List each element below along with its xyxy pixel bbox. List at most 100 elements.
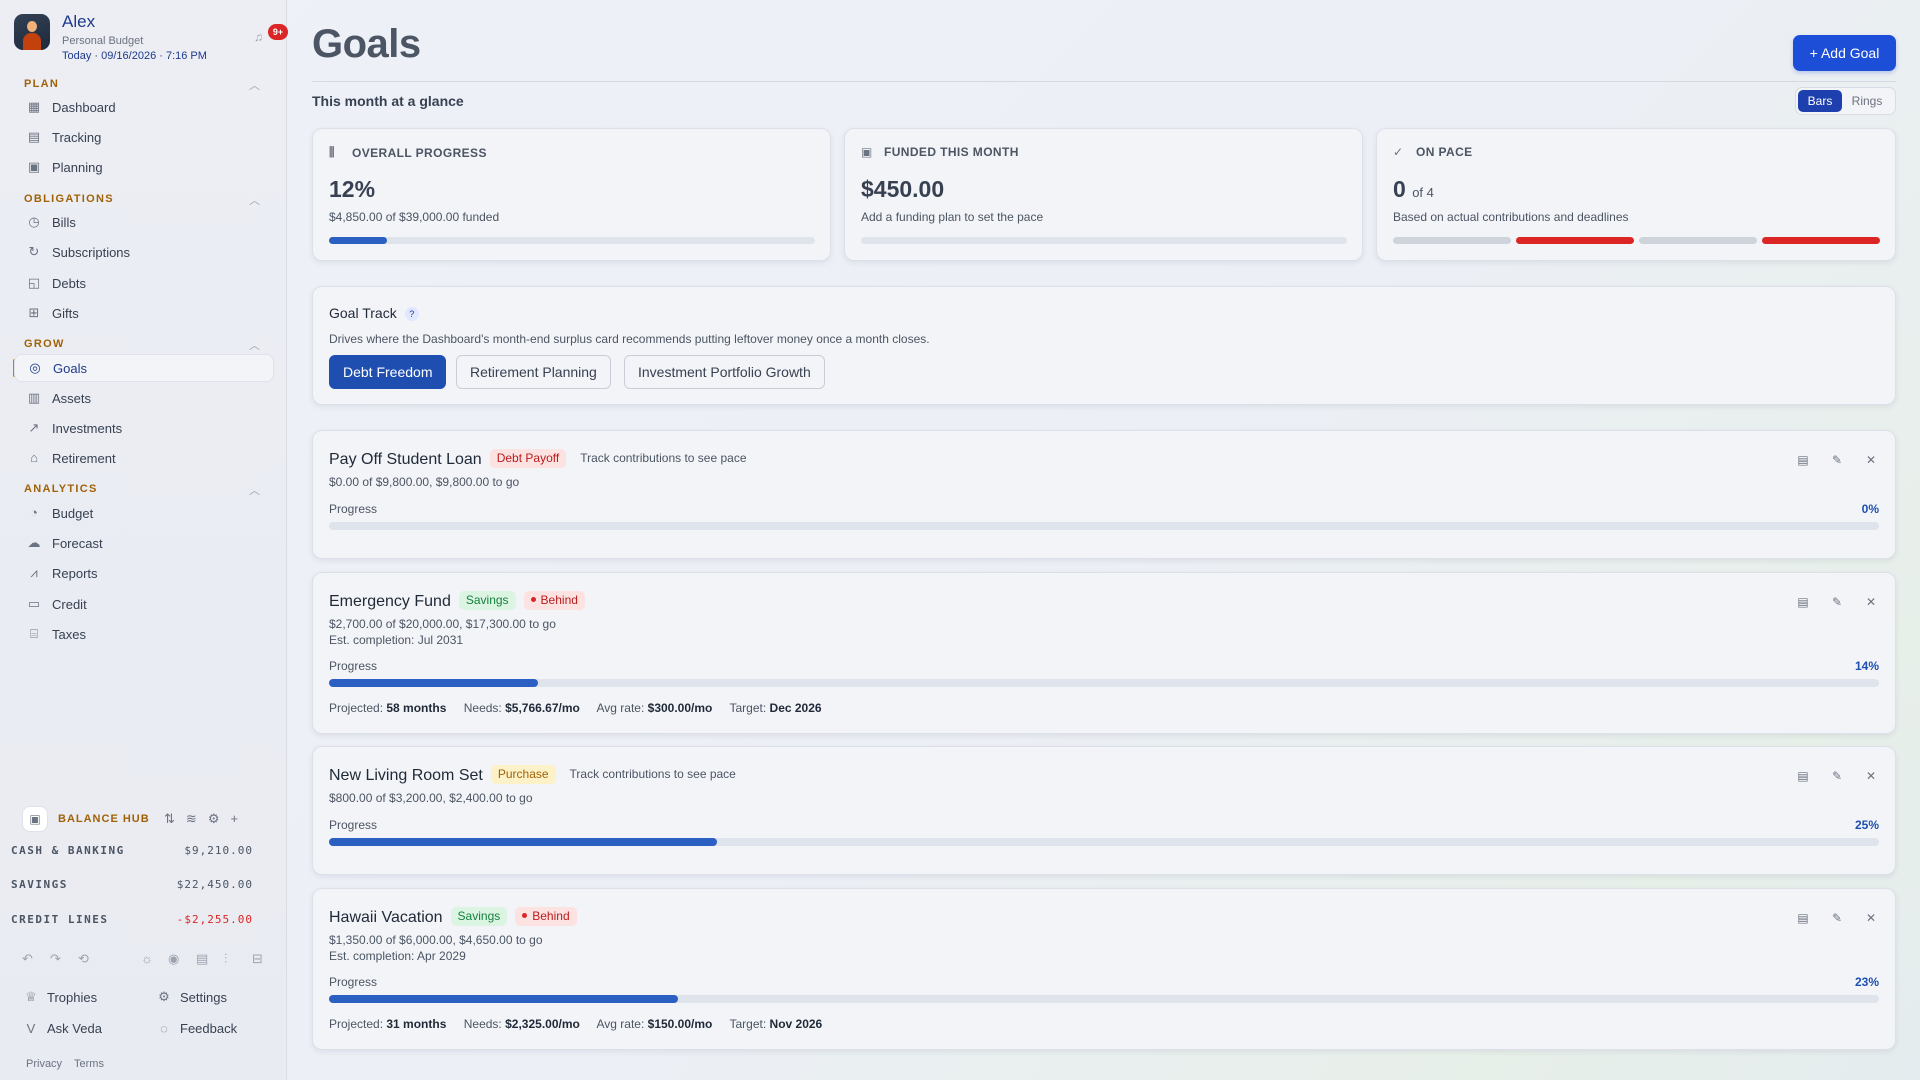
undo-icon[interactable]: ↶: [22, 951, 33, 967]
terms-link[interactable]: Terms: [74, 1058, 104, 1070]
edit-icon[interactable]: ✎: [1831, 911, 1843, 925]
sidebar-item-reports[interactable]: ⩘ Reports: [14, 559, 274, 587]
meta-label: Projected:: [329, 701, 384, 715]
database-icon[interactable]: ▤: [196, 951, 208, 967]
target-value: Dec 2026: [769, 701, 822, 715]
toggle-bars[interactable]: Bars: [1798, 90, 1842, 112]
layout-icon[interactable]: ⊟: [252, 951, 263, 967]
section-obligations: OBLIGATIONS: [24, 193, 114, 205]
privacy-link[interactable]: Privacy: [26, 1058, 62, 1070]
close-icon[interactable]: ✕: [1865, 769, 1877, 783]
chevron-up-icon[interactable]: ︿: [249, 482, 260, 498]
sliders-icon[interactable]: ⫶: [224, 951, 227, 967]
trend-icon: ↗: [28, 420, 40, 435]
sidebar-item-label: Tracking: [52, 129, 102, 145]
chevron-up-icon[interactable]: ︿: [249, 337, 260, 353]
sidebar-item-label: Reports: [52, 565, 98, 581]
edit-icon[interactable]: ✎: [1831, 769, 1843, 783]
contribute-icon[interactable]: ▤: [1797, 595, 1809, 609]
avatar[interactable]: [14, 14, 50, 50]
goal-card[interactable]: Pay Off Student Loan Debt Payoff Track con…: [312, 430, 1896, 559]
goal-meta: Projected: 31 months Needs: $2,325.00/mo…: [329, 1017, 836, 1031]
sidebar-item-bills[interactable]: ◷ Bills: [14, 208, 274, 236]
goal-actions: ▤ ✎ ✕: [1797, 911, 1877, 925]
help-icon[interactable]: ?: [404, 307, 419, 322]
chevron-up-icon[interactable]: ︿: [249, 77, 260, 93]
sidebar-item-credit[interactable]: ▭ Credit: [14, 590, 274, 618]
close-icon[interactable]: ✕: [1865, 911, 1877, 925]
sidebar-item-tracking[interactable]: ▤ Tracking: [14, 123, 274, 151]
goal-card[interactable]: New Living Room Set Purchase Track contrib…: [312, 746, 1896, 875]
sidebar-item-subscriptions[interactable]: ↻ Subscriptions: [14, 238, 274, 266]
trophies-link[interactable]: ♕ Trophies: [24, 989, 97, 1005]
layers-icon[interactable]: ≋: [186, 811, 208, 826]
sidebar-item-goals[interactable]: ◎ Goals: [14, 354, 274, 382]
feedback-link[interactable]: ◌ Feedback: [157, 1021, 237, 1036]
close-icon[interactable]: ✕: [1865, 595, 1877, 609]
overall-progress-bar: [329, 237, 815, 244]
progress-label: Progress: [329, 975, 378, 989]
sidebar-item-gifts[interactable]: ⊞ Gifts: [14, 299, 274, 327]
history-icon[interactable]: ⟲: [78, 951, 89, 967]
goal-card[interactable]: Hawaii Vacation Savings Behind $1,350.00 o…: [312, 888, 1896, 1050]
gift-icon: ⊞: [28, 305, 40, 320]
hub-row-label: SAVINGS: [11, 878, 68, 891]
goal-name: Hawaii Vacation: [329, 909, 443, 926]
meta-label: Target:: [729, 701, 767, 715]
contribute-icon[interactable]: ▤: [1797, 769, 1809, 783]
goal-actions: ▤ ✎ ✕: [1797, 595, 1877, 609]
edit-icon[interactable]: ✎: [1831, 595, 1843, 609]
progress-label: Progress: [329, 502, 378, 516]
goal-card[interactable]: Emergency Fund Savings Behind $2,700.00 of…: [312, 572, 1896, 734]
caption-text: OVERALL PROGRESS: [352, 145, 487, 160]
edit-icon[interactable]: ✎: [1831, 453, 1843, 467]
sidebar-item-planning[interactable]: ▣ Planning: [14, 153, 274, 181]
sidebar-item-taxes[interactable]: ⌸ Taxes: [14, 620, 274, 648]
card-icon: ▭: [27, 596, 41, 611]
goal-header: New Living Room Set Purchase Track contrib…: [329, 765, 736, 785]
track-option-debt-freedom[interactable]: Debt Freedom: [329, 355, 447, 389]
progress-percent: 25%: [1854, 818, 1879, 832]
ask-veda-link[interactable]: V Ask Veda: [24, 1021, 102, 1036]
sidebar-item-budget[interactable]: ◔ Budget: [14, 499, 274, 527]
goal-amount: $0.00 of $9,800.00, $9,800.00 to go: [329, 475, 520, 489]
calendar-icon: ▣: [27, 159, 41, 174]
contribute-icon[interactable]: ▤: [1797, 453, 1809, 467]
sidebar-item-debts[interactable]: ◱ Debts: [14, 269, 274, 297]
contribute-icon[interactable]: ▤: [1797, 911, 1809, 925]
sort-icon[interactable]: ⇅: [164, 811, 186, 826]
wallet-icon[interactable]: ▣: [22, 806, 48, 832]
sidebar-item-investments[interactable]: ↗ Investments: [14, 414, 274, 442]
sidebar-item-label: Retirement: [52, 450, 116, 466]
sidebar-item-assets[interactable]: ▥ Assets: [14, 384, 274, 412]
sidebar-item-retirement[interactable]: ⌂ Retirement: [14, 444, 274, 472]
close-icon[interactable]: ✕: [1865, 453, 1877, 467]
hub-row-value: $22,450.00: [176, 878, 253, 891]
settings-link[interactable]: ⚙ Settings: [157, 989, 227, 1005]
progress-label: Progress: [329, 659, 378, 673]
track-option-investment[interactable]: Investment Portfolio Growth: [624, 355, 825, 389]
funded-value: $450.00: [861, 176, 945, 202]
projected-value: 58 months: [386, 701, 447, 715]
sidebar-item-label: Budget: [52, 505, 94, 521]
add-goal-button[interactable]: + Add Goal: [1793, 35, 1896, 71]
sidebar-item-label: Bills: [52, 214, 76, 230]
gear-icon[interactable]: ⚙: [208, 811, 231, 826]
page-title: Goals: [312, 22, 421, 66]
redo-icon[interactable]: ↷: [50, 951, 61, 967]
sidebar-item-dashboard[interactable]: ▦ Dashboard: [14, 93, 274, 121]
sun-icon[interactable]: ☼: [141, 951, 153, 966]
plus-icon[interactable]: +: [230, 811, 249, 826]
notification-badge[interactable]: 9+: [268, 24, 288, 40]
chevron-up-icon[interactable]: ︿: [249, 192, 260, 208]
toggle-rings[interactable]: Rings: [1842, 90, 1892, 112]
sidebar-item-forecast[interactable]: ☁ Forecast: [14, 529, 274, 557]
overall-desc: $4,850.00 of $39,000.00 funded: [329, 210, 500, 224]
track-option-retirement[interactable]: Retirement Planning: [456, 355, 611, 389]
profile[interactable]: Alex Personal Budget Today · 09/16/2026 …: [14, 12, 288, 68]
check-circle-icon: ✓: [1393, 145, 1404, 159]
bell-icon[interactable]: ♫: [254, 30, 268, 44]
bank-icon: ⌸: [30, 626, 38, 641]
eye-icon[interactable]: ◉: [168, 951, 179, 967]
gear-icon: ⚙: [158, 989, 170, 1004]
